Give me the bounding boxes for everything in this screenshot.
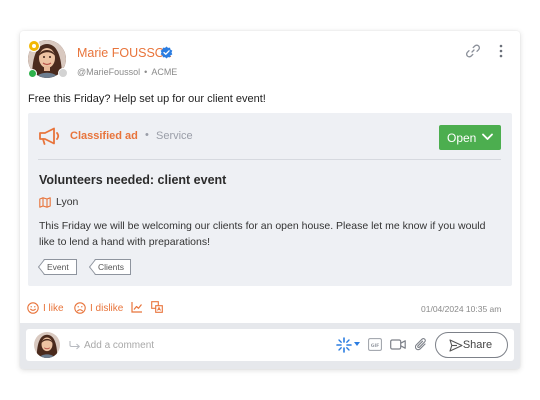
post-actions: I like I dislike 01/04/2024 10:35 am <box>20 293 520 323</box>
send-icon <box>449 339 463 352</box>
dislike-label: I dislike <box>90 302 124 314</box>
star-badge-icon <box>28 40 40 52</box>
author-name[interactable]: Marie FOUSSOL <box>77 46 171 60</box>
reply-arrow-icon <box>69 341 80 350</box>
chart-icon <box>131 302 142 313</box>
comment-composer: GIF Share <box>26 329 514 361</box>
comment-input[interactable] <box>84 336 324 354</box>
dislike-button[interactable]: I dislike <box>74 302 123 314</box>
tag-event-outline <box>38 259 77 275</box>
link-icon[interactable] <box>466 44 480 58</box>
author-handle[interactable]: @MarieFoussol <box>77 67 140 77</box>
paperclip-icon[interactable] <box>415 337 427 352</box>
tag-clients-outline <box>89 259 131 275</box>
ad-location: Lyon <box>56 196 79 208</box>
like-label: I like <box>43 302 64 314</box>
statistics-button[interactable] <box>131 301 147 313</box>
post-timestamp: 01/04/2024 10:35 am <box>421 304 502 314</box>
video-icon[interactable] <box>390 338 406 351</box>
post-card: Marie FOUSSOL @MarieFoussol • ACME Free th… <box>20 31 520 369</box>
translate-button[interactable] <box>151 301 167 313</box>
status-label: Open <box>447 130 477 145</box>
gif-icon[interactable]: GIF <box>368 338 382 351</box>
author-avatar[interactable] <box>28 40 68 80</box>
post-header: Marie FOUSSOL @MarieFoussol • ACME <box>20 31 520 87</box>
meta-separator: • <box>144 67 148 77</box>
like-button[interactable]: I like <box>27 302 64 314</box>
ad-type-label: Classified ad <box>70 130 138 142</box>
ad-header: Classified ad • Service Open <box>28 113 512 159</box>
frown-icon <box>74 302 86 314</box>
comment-bar: GIF Share <box>20 323 520 369</box>
ad-divider <box>38 159 501 160</box>
ad-description: This Friday we will be welcoming our cli… <box>39 220 486 248</box>
author-company[interactable]: ACME <box>151 67 177 77</box>
classified-ad[interactable]: Classified ad • Service Open Volunteers … <box>28 113 512 286</box>
sparkle-icon[interactable] <box>336 337 352 353</box>
status-dropdown-button[interactable]: Open <box>439 125 501 150</box>
megaphone-icon <box>39 127 60 145</box>
verified-icon <box>160 46 173 59</box>
ad-separator: • <box>145 129 149 141</box>
ad-title: Volunteers needed: client event <box>39 173 227 187</box>
map-icon <box>39 197 51 208</box>
chevron-down-icon <box>482 133 493 140</box>
ad-category: Service <box>156 130 193 142</box>
share-button[interactable]: Share <box>435 332 508 358</box>
share-label: Share <box>462 339 493 351</box>
author-meta: @MarieFoussol • ACME <box>77 67 177 77</box>
current-user-avatar <box>34 332 60 358</box>
caret-down-icon[interactable] <box>354 342 360 346</box>
smile-icon <box>27 302 39 314</box>
post-text: Free this Friday? Help set up for our cl… <box>28 93 266 105</box>
svg-text:GIF: GIF <box>371 343 380 349</box>
status-indicator <box>58 68 68 78</box>
online-status-dot <box>28 69 37 78</box>
more-vertical-icon[interactable] <box>498 43 504 59</box>
translate-icon <box>151 301 163 313</box>
